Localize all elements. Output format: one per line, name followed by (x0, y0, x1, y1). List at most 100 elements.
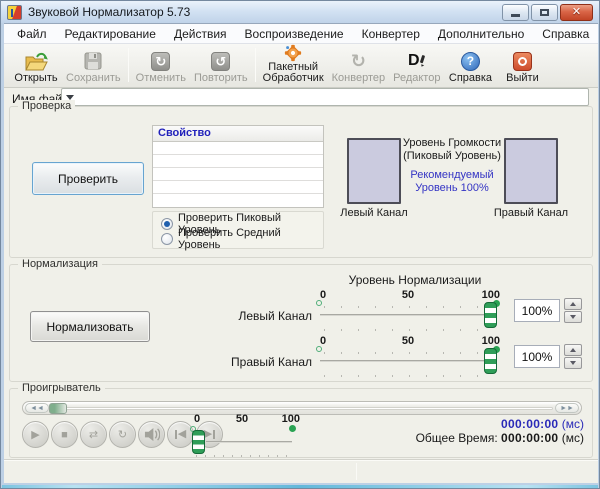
tick-100: 100 (282, 413, 300, 425)
stop-button[interactable]: ■ (51, 421, 78, 448)
left-channel-meter (347, 138, 401, 204)
minimize-button[interactable] (502, 4, 529, 21)
filename-combobox[interactable] (61, 88, 589, 106)
check-mode-panel: Проверить Пиковый Уровень Проверить Сред… (152, 211, 324, 249)
check-group-label: Проверка (18, 100, 75, 113)
slider-handle[interactable] (484, 348, 497, 374)
close-button[interactable]: ✕ (560, 4, 593, 21)
check-group: Проверка Проверить Свойство Проверить Пи… (9, 106, 593, 258)
time-display: 000:00:00 (мс) Общее Время: 000:00:00 (м… (314, 417, 584, 445)
spin-up-button[interactable] (564, 298, 582, 310)
volume-level-text: Уровень Громкости (Пиковый Уровень) Реко… (400, 137, 504, 195)
undo-button[interactable]: ↻ Отменить (132, 45, 190, 84)
menu-edit[interactable]: Редактирование (56, 25, 165, 43)
redo-button[interactable]: ↺ Повторить (190, 45, 252, 84)
slider-track[interactable] (320, 360, 496, 362)
right-channel-spinbox[interactable]: 100% (514, 345, 560, 368)
redo-arrow-icon: ↺ (211, 50, 230, 72)
skip-back-button[interactable]: ◀ (167, 421, 194, 448)
meter-title-line1: Уровень Громкости (400, 137, 504, 150)
normalize-button[interactable]: Нормализовать (30, 311, 150, 342)
tick-50: 50 (402, 289, 414, 301)
seek-bar[interactable]: ◄◄ ►► (22, 401, 582, 415)
minimize-icon (511, 14, 520, 17)
help-question-icon: ? (461, 50, 480, 72)
menu-converter[interactable]: Конвертер (353, 25, 429, 43)
radio-selected-icon[interactable] (161, 218, 173, 230)
tick-marks (196, 455, 292, 457)
player-group-label: Проигрыватель (18, 382, 105, 395)
close-icon: ✕ (572, 7, 581, 18)
seek-forward-icon: ►► (560, 405, 574, 412)
left-channel-slider-label: Левый Канал (212, 309, 312, 323)
spin-down-button[interactable] (564, 311, 582, 323)
table-row (153, 142, 323, 155)
converter-button[interactable]: ↻ Конвертер (328, 45, 389, 84)
check-button[interactable]: Проверить (32, 162, 144, 195)
table-row (153, 155, 323, 168)
current-time-row: 000:00:00 (мс) (314, 417, 584, 431)
menu-file[interactable]: Файл (8, 25, 56, 43)
loop-button[interactable]: ⇄ (80, 421, 107, 448)
spin-down-button[interactable] (564, 357, 582, 369)
app-window: Звуковой Нормализатор 5.73 ✕ Файл Редакт… (0, 0, 600, 489)
exit-button[interactable]: Выйти (496, 45, 548, 84)
slider-track[interactable] (320, 314, 496, 316)
help-button[interactable]: ? Справка (444, 45, 496, 84)
menu-help[interactable]: Справка (533, 25, 598, 43)
maximize-icon (540, 9, 549, 16)
menu-actions[interactable]: Действия (165, 25, 236, 43)
radio-average-level[interactable]: Проверить Средний Уровень (161, 231, 323, 246)
seek-back-button[interactable]: ◄◄ (25, 403, 49, 413)
skip-back-icon: ◀ (175, 429, 186, 440)
chevron-down-icon (570, 361, 576, 365)
property-table-header: Свойство (153, 126, 323, 142)
toolbar-separator (128, 48, 129, 82)
save-floppy-icon (83, 50, 103, 72)
left-channel-spinbox[interactable]: 100% (514, 299, 560, 322)
right-channel-slider-label: Правый Канал (212, 355, 312, 369)
seek-handle[interactable] (49, 403, 67, 414)
menu-bar: Файл Редактирование Действия Воспроизвед… (4, 24, 598, 44)
repeat-button[interactable]: ↻ (109, 421, 136, 448)
menu-playback[interactable]: Воспроизведение (236, 25, 353, 43)
spin-up-button[interactable] (564, 344, 582, 356)
maximize-button[interactable] (531, 4, 558, 21)
table-row (153, 181, 323, 194)
total-time: 000:00:00 (501, 431, 558, 445)
right-spin-buttons (564, 344, 582, 369)
player-group: Проигрыватель ◄◄ ►► ▶ ■ ⇄ ↻ ◀ ▶ (9, 388, 593, 458)
chevron-up-icon (570, 302, 576, 306)
table-row (153, 194, 323, 207)
status-bar-divider (356, 463, 357, 480)
volume-slider: 0 50 100 (192, 413, 292, 457)
save-label: Сохранить (66, 73, 121, 84)
tick-0: 0 (320, 335, 326, 347)
play-button[interactable]: ▶ (22, 421, 49, 448)
left-channel-slider: 0 50 100 (320, 289, 496, 333)
slider-handle[interactable] (484, 302, 497, 328)
chevron-down-icon[interactable] (66, 95, 74, 100)
toolbar: Открыть Сохранить ↻ (4, 44, 598, 88)
app-icon (7, 5, 22, 20)
exit-label: Выйти (506, 73, 539, 84)
editor-button[interactable]: D Редактор (389, 45, 444, 84)
slider-end-marker (289, 425, 296, 432)
save-button[interactable]: Сохранить (62, 45, 125, 84)
property-table[interactable]: Свойство (152, 125, 324, 208)
batch-processor-button[interactable]: Пакетный Обработчик (259, 45, 328, 84)
normalization-group-label: Нормализация (18, 258, 102, 271)
undo-arrow-icon: ↻ (151, 50, 170, 72)
left-spin-buttons (564, 298, 582, 323)
batch-processor-label: Пакетный Обработчик (263, 62, 324, 84)
volume-handle[interactable] (192, 430, 205, 454)
slider-start-marker (316, 300, 322, 306)
seek-forward-button[interactable]: ►► (555, 403, 579, 413)
radio-unselected-icon[interactable] (161, 233, 173, 245)
volume-button[interactable] (138, 421, 165, 448)
meter-title-line2: (Пиковый Уровень) (400, 150, 504, 163)
open-label: Открыть (14, 73, 57, 84)
volume-track[interactable] (206, 441, 292, 443)
open-button[interactable]: Открыть (10, 45, 62, 84)
menu-extra[interactable]: Дополнительно (429, 25, 533, 43)
